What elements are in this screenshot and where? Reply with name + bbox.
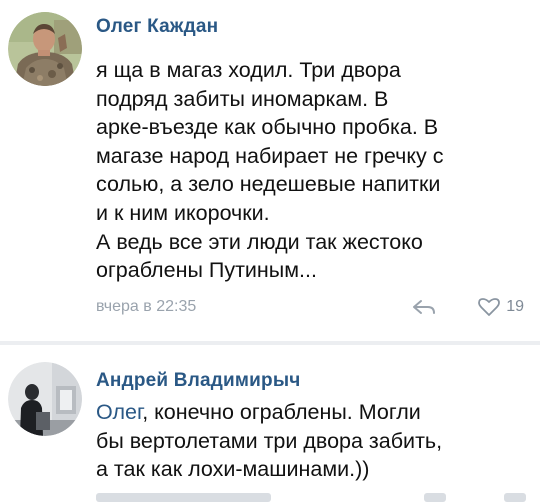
- comment-text-line: и к ним икорочки.: [96, 200, 270, 225]
- like-count: 19: [506, 298, 524, 315]
- comment-text: я ща в магаз ходил. Три двора подряд заб…: [96, 56, 528, 285]
- comment-text-line: солью, а зело недешевые напитки: [96, 172, 441, 197]
- comment-meta: вчера в 22:35 19: [96, 296, 524, 318]
- comment-text-line: ограблены Путиным...: [96, 258, 317, 283]
- reply-arrow-icon: [424, 493, 446, 502]
- comment-timestamp[interactable]: вчера в 22:35: [96, 298, 196, 316]
- comment-text-line: Олег, конечно ограблены. Могли: [96, 398, 528, 427]
- comment-text-fragment: , конечно ограблены. Могли: [142, 400, 421, 424]
- comment-item: Андрей Владимирыч Олег, конечно ограблен…: [0, 348, 540, 502]
- like-button[interactable]: 19: [478, 296, 524, 318]
- reply-arrow-icon: [413, 300, 435, 314]
- comment-text-line: а так как лохи-машинами.)): [96, 457, 370, 482]
- comment-text-line: бы вертолетами три двора забить,: [96, 428, 443, 453]
- comment-author-link[interactable]: Андрей Владимирыч: [96, 370, 301, 392]
- comment-text-line: А ведь все эти люди так жестоко: [96, 229, 423, 254]
- comment-text-line: подряд забиты иномаркам. В: [96, 86, 389, 111]
- heart-icon: [504, 493, 526, 502]
- heart-icon: [478, 298, 501, 316]
- comment-timestamp-cropped: [96, 493, 271, 502]
- avatar-photo: [8, 362, 82, 436]
- comment-author-link[interactable]: Олег Каждан: [96, 16, 218, 38]
- comment-text-line: я ща в магаз ходил. Три двора: [96, 58, 401, 82]
- comments-feed: Олег Каждан я ща в магаз ходил. Три двор…: [0, 0, 540, 502]
- avatar[interactable]: [8, 12, 82, 86]
- reply-button[interactable]: [410, 296, 438, 318]
- avatar-photo: [8, 12, 82, 86]
- comment-text: Олег, конечно ограблены. Могли бы вертол…: [96, 398, 528, 484]
- comment-text-line: магазе народ набирает не гречку с: [96, 143, 444, 168]
- comment-text-line: арке-въезде как обычно пробка. В: [96, 115, 439, 140]
- mention-link[interactable]: Олег: [96, 400, 142, 424]
- comment-divider: [0, 341, 540, 345]
- comment-meta-cropped: [96, 493, 526, 502]
- comment-item: Олег Каждан я ща в магаз ходил. Три двор…: [0, 0, 540, 340]
- avatar[interactable]: [8, 362, 82, 436]
